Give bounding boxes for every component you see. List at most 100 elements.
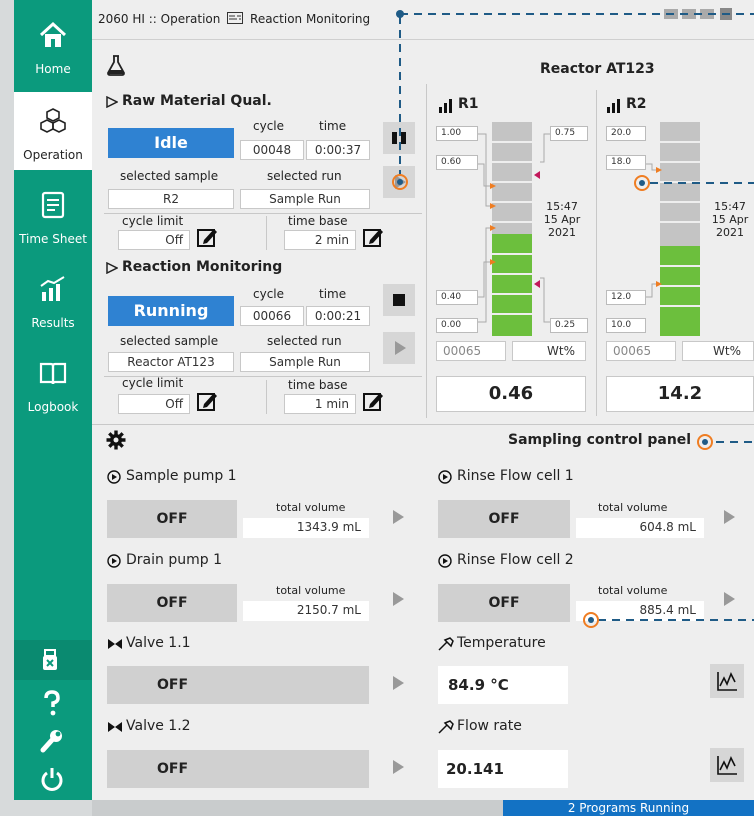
raw-time-base-value[interactable]: 2 min <box>284 230 356 250</box>
raw-cycle-label: cycle <box>253 119 285 133</box>
r2-tick-lower: 12.0 <box>606 290 646 305</box>
stop-icon <box>393 294 405 306</box>
rinse1-play-button[interactable] <box>714 502 744 532</box>
raw-sample-value[interactable]: R2 <box>108 189 234 209</box>
flow-rate-trend-button[interactable] <box>710 748 744 782</box>
usb-button[interactable] <box>14 640 92 680</box>
nav-logbook[interactable]: Logbook <box>14 344 92 422</box>
r2-tick-upper: 18.0 <box>606 155 646 170</box>
drain-pump-volume: 2150.7 mL <box>243 601 369 621</box>
rinse2-toggle[interactable]: OFF <box>438 584 570 622</box>
r1-tick-upper: 0.60 <box>436 155 478 170</box>
timesheet-icon <box>41 191 65 219</box>
nav-logbook-label: Logbook <box>27 400 79 414</box>
reaction-cycle-limit-value[interactable]: Off <box>118 394 190 414</box>
nav-time-sheet[interactable]: Time Sheet <box>14 176 92 254</box>
r2-value: 14.2 <box>606 376 754 412</box>
valve12-toggle[interactable]: OFF <box>107 750 369 788</box>
annotation-marker <box>697 434 713 450</box>
help-button[interactable] <box>14 682 92 722</box>
drain-pump-title: Drain pump 1 <box>126 552 222 568</box>
breadcrumb: 2060 HI :: Operation Reaction Monitoring <box>98 12 370 26</box>
raw-cycle-limit-value[interactable]: Off <box>118 230 190 250</box>
service-button[interactable] <box>14 720 92 760</box>
wrench-icon <box>40 730 62 753</box>
reaction-run-value[interactable]: Sample Run <box>240 352 370 372</box>
rinse2-title: Rinse Flow cell 2 <box>457 552 574 568</box>
r1-time: 15:47 <box>546 200 578 213</box>
nav-operation[interactable]: Operation <box>14 92 92 170</box>
valve11-play-button[interactable] <box>383 668 413 698</box>
reaction-time-base-label: time base <box>288 378 348 392</box>
reaction-status: Running <box>108 296 234 326</box>
rinse1-toggle[interactable]: OFF <box>438 500 570 538</box>
r2-tick-bottom: 10.0 <box>606 318 646 333</box>
expand-triangle-icon[interactable] <box>106 96 118 108</box>
sample-pump-play-button[interactable] <box>383 502 413 532</box>
nav-results[interactable]: Results <box>14 260 92 338</box>
power-button[interactable] <box>14 758 92 798</box>
programs-running-badge[interactable]: 2 Programs Running <box>503 800 754 816</box>
reaction-run-label: selected run <box>267 334 342 348</box>
edit-icon[interactable] <box>196 390 218 412</box>
gear-icon[interactable] <box>106 430 126 450</box>
reaction-time-value: 0:00:21 <box>306 306 370 326</box>
play-icon <box>724 592 735 606</box>
raw-run-value[interactable]: Sample Run <box>240 189 370 209</box>
sampling-top-divider <box>92 424 754 425</box>
r1-cycle: 00065 <box>436 341 506 361</box>
bar-chart-icon <box>607 99 620 113</box>
r2-unit: Wt% <box>682 341 754 361</box>
play-circle-icon <box>438 470 452 484</box>
r1-tick-lower: 0.40 <box>436 290 478 305</box>
results-chart-icon <box>40 276 65 301</box>
edit-icon[interactable] <box>196 226 218 248</box>
reaction-time-base-value[interactable]: 1 min <box>284 394 356 414</box>
valve12-play-button[interactable] <box>383 752 413 782</box>
edit-icon[interactable] <box>362 390 384 412</box>
edit-icon[interactable] <box>362 226 384 248</box>
flask-icon <box>107 55 125 76</box>
reaction-sample-value[interactable]: Reactor AT123 <box>108 352 234 372</box>
reaction-vdivider <box>266 380 267 414</box>
reaction-cycle-value: 00066 <box>240 306 304 326</box>
raw-time-base-label: time base <box>288 214 348 228</box>
r1-value: 0.46 <box>436 376 586 412</box>
sample-pump-volume-label: total volume <box>276 501 346 514</box>
rinse2-play-button[interactable] <box>714 584 744 614</box>
sample-pump-toggle[interactable]: OFF <box>107 500 237 538</box>
reaction-monitoring-title: Reaction Monitoring <box>122 259 283 275</box>
annotation-marker <box>634 175 650 191</box>
flow-rate-title: Flow rate <box>457 718 522 734</box>
monitoring-icon <box>227 12 244 24</box>
nav-results-label: Results <box>31 316 75 330</box>
r2-gauge <box>660 122 700 336</box>
raw-cycle-limit-label: cycle limit <box>122 214 184 228</box>
valve-icon <box>108 722 122 732</box>
raw-pause-button[interactable] <box>383 122 415 154</box>
r1-tick-top: 1.00 <box>436 126 478 141</box>
rinse1-volume: 604.8 mL <box>576 518 704 538</box>
temperature-trend-button[interactable] <box>710 664 744 698</box>
reaction-cycle-limit-label: cycle limit <box>122 376 184 390</box>
reaction-play-button[interactable] <box>383 332 415 364</box>
home-icon <box>39 21 67 47</box>
valve-icon <box>108 639 122 649</box>
r1-timestamp: 15:47 15 Apr 2021 <box>538 196 586 240</box>
play-circle-icon <box>107 554 121 568</box>
drain-pump-play-button[interactable] <box>383 584 413 614</box>
header-status-icons <box>664 8 732 20</box>
raw-material-status: Idle <box>108 128 234 158</box>
play-icon <box>393 592 404 606</box>
expand-triangle-icon[interactable] <box>106 262 118 274</box>
annotation-marker <box>583 612 599 628</box>
drain-pump-toggle[interactable]: OFF <box>107 584 237 622</box>
probe-icon <box>438 720 454 734</box>
valve11-toggle[interactable]: OFF <box>107 666 369 704</box>
reactor-title: Reactor AT123 <box>540 61 655 77</box>
rinse1-volume-label: total volume <box>598 501 668 514</box>
r2-year: 2021 <box>716 226 744 239</box>
reaction-stop-button[interactable] <box>383 284 415 316</box>
rinse2-volume-label: total volume <box>598 584 668 597</box>
nav-home[interactable]: Home <box>14 6 92 84</box>
